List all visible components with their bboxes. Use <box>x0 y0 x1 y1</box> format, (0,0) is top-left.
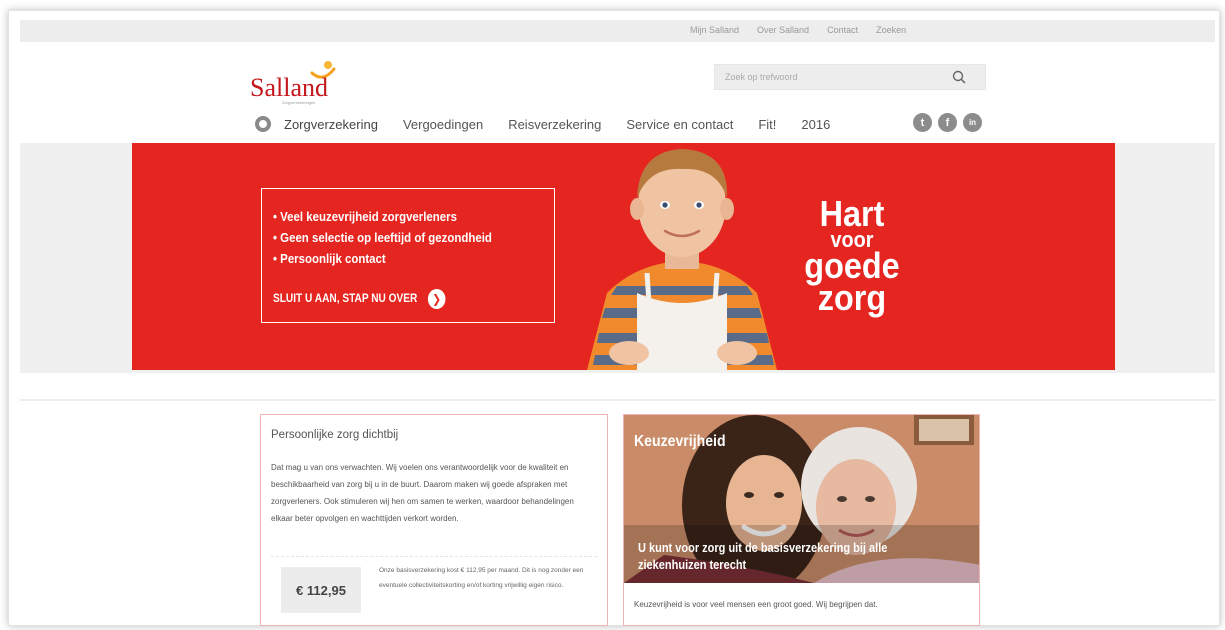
card-right-title: Keuzevrijheid <box>634 433 726 450</box>
nav-item-service-en-contact[interactable]: Service en contact <box>626 117 733 132</box>
logo-text: Salland <box>250 73 328 102</box>
nav-item-zorgverzekering[interactable]: Zorgverzekering <box>284 117 378 132</box>
linkedin-icon[interactable]: in <box>963 113 982 132</box>
main-navigation: Zorgverzekering Vergoedingen Reisverzeke… <box>255 114 855 134</box>
slogan-line: zorg <box>817 277 887 318</box>
hero-slogan: Hart voor goede zorg <box>771 193 933 318</box>
nav-item-2016[interactable]: 2016 <box>801 117 830 132</box>
social-links: t f in <box>913 113 982 132</box>
twitter-icon[interactable]: t <box>913 113 932 132</box>
top-link-mijn-salland[interactable]: Mijn Salland <box>690 25 739 35</box>
top-utility-bar <box>20 20 1215 42</box>
hero-bullet-list: • Veel keuzevrijheid zorgverleners • Gee… <box>273 206 492 269</box>
nav-item-reisverzekering[interactable]: Reisverzekering <box>508 117 601 132</box>
search-icon[interactable] <box>944 64 974 90</box>
nav-item-vergoedingen[interactable]: Vergoedingen <box>403 117 483 132</box>
top-links: Mijn Salland Over Salland Contact Zoeken <box>690 25 906 35</box>
price-row: € 112,95 Onze basisverzekering kost € 11… <box>271 556 597 616</box>
home-icon[interactable] <box>255 116 271 132</box>
boy-photo <box>587 149 777 370</box>
salland-logo[interactable]: Salland Zorgverzekeringen <box>250 55 360 105</box>
top-link-contact[interactable]: Contact <box>827 25 858 35</box>
price-description: Onze basisverzekering kost € 112,95 per … <box>379 567 584 589</box>
slogan-line: Hart <box>819 193 885 234</box>
hero-cta-link[interactable]: SLUIT U AAN, STAP NU OVER ❯ <box>273 289 446 309</box>
hero-bullet: • Persoonlijk contact <box>273 251 386 266</box>
search-input[interactable] <box>715 65 955 89</box>
hero-bullet: • Geen selectie op leeftijd of gezondhei… <box>273 230 492 245</box>
card-persoonlijke-zorg: Persoonlijke zorg dichtbij Dat mag u van… <box>260 414 608 626</box>
hero-bullet: • Veel keuzevrijheid zorgverleners <box>273 209 457 224</box>
section-divider <box>20 399 1215 401</box>
hero-banner: • Veel keuzevrijheid zorgverleners • Gee… <box>132 143 1115 370</box>
logo-tagline: Zorgverzekeringen <box>282 100 316 105</box>
card-keuzevrijheid[interactable]: Keuzevrijheid U kunt voor zorg uit de ba… <box>623 414 980 626</box>
facebook-icon[interactable]: f <box>938 113 957 132</box>
arrow-right-icon: ❯ <box>427 289 446 309</box>
card-right-text: Keuzevrijheid is voor veel mensen een gr… <box>634 600 878 609</box>
top-link-zoeken[interactable]: Zoeken <box>876 25 906 35</box>
nav-item-fit[interactable]: Fit! <box>758 117 776 132</box>
card-body-text: Dat mag u van ons verwachten. Wij voelen… <box>271 463 574 523</box>
hero-cta-label: SLUIT U AAN, STAP NU OVER <box>273 293 418 305</box>
price-badge: € 112,95 <box>281 567 361 613</box>
card-right-caption: U kunt voor zorg uit de basisverzekering… <box>638 541 888 572</box>
hero-promo-box: • Veel keuzevrijheid zorgverleners • Gee… <box>261 188 555 323</box>
card-title[interactable]: Persoonlijke zorg dichtbij <box>271 429 398 441</box>
top-link-over-salland[interactable]: Over Salland <box>757 25 809 35</box>
